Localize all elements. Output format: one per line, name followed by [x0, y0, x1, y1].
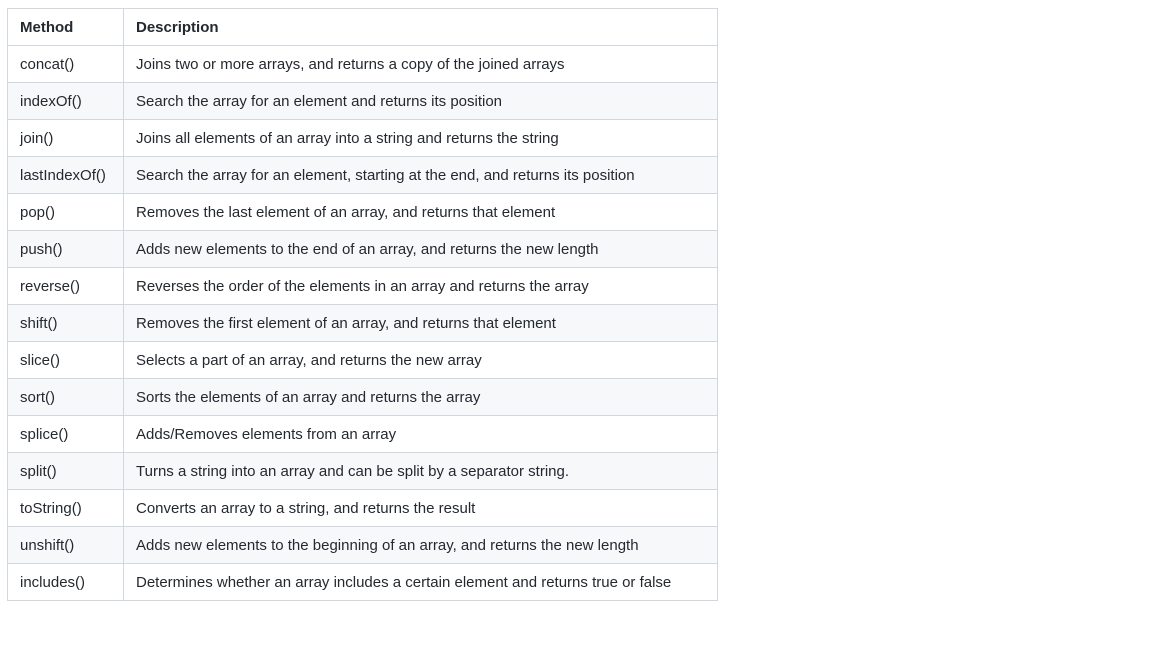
table-row: splice() Adds/Removes elements from an a…	[7, 415, 718, 453]
table-row: toString() Converts an array to a string…	[7, 489, 718, 527]
table-row: sort() Sorts the elements of an array an…	[7, 378, 718, 416]
method-cell: reverse()	[7, 267, 124, 305]
description-cell: Removes the last element of an array, an…	[123, 193, 718, 231]
method-cell: push()	[7, 230, 124, 268]
method-cell: lastIndexOf()	[7, 156, 124, 194]
method-cell: slice()	[7, 341, 124, 379]
header-method: Method	[7, 8, 124, 46]
description-cell: Adds/Removes elements from an array	[123, 415, 718, 453]
description-cell: Removes the first element of an array, a…	[123, 304, 718, 342]
array-methods-table: Method Description concat() Joins two or…	[7, 8, 718, 601]
method-cell: split()	[7, 452, 124, 490]
description-cell: Search the array for an element and retu…	[123, 82, 718, 120]
method-cell: toString()	[7, 489, 124, 527]
method-cell: unshift()	[7, 526, 124, 564]
description-cell: Joins two or more arrays, and returns a …	[123, 45, 718, 83]
table-row: slice() Selects a part of an array, and …	[7, 341, 718, 379]
method-cell: concat()	[7, 45, 124, 83]
table-row: includes() Determines whether an array i…	[7, 563, 718, 601]
description-cell: Joins all elements of an array into a st…	[123, 119, 718, 157]
description-cell: Adds new elements to the end of an array…	[123, 230, 718, 268]
description-cell: Sorts the elements of an array and retur…	[123, 378, 718, 416]
table-row: join() Joins all elements of an array in…	[7, 119, 718, 157]
method-cell: pop()	[7, 193, 124, 231]
table-row: indexOf() Search the array for an elemen…	[7, 82, 718, 120]
description-cell: Converts an array to a string, and retur…	[123, 489, 718, 527]
description-cell: Selects a part of an array, and returns …	[123, 341, 718, 379]
table-row: lastIndexOf() Search the array for an el…	[7, 156, 718, 194]
table-row: concat() Joins two or more arrays, and r…	[7, 45, 718, 83]
header-description: Description	[123, 8, 718, 46]
description-cell: Turns a string into an array and can be …	[123, 452, 718, 490]
table-row: pop() Removes the last element of an arr…	[7, 193, 718, 231]
table-row: unshift() Adds new elements to the begin…	[7, 526, 718, 564]
table-row: shift() Removes the first element of an …	[7, 304, 718, 342]
method-cell: indexOf()	[7, 82, 124, 120]
method-cell: splice()	[7, 415, 124, 453]
method-cell: sort()	[7, 378, 124, 416]
array-methods-table-container: Method Description concat() Joins two or…	[7, 8, 718, 601]
table-body: concat() Joins two or more arrays, and r…	[7, 45, 718, 601]
description-cell: Search the array for an element, startin…	[123, 156, 718, 194]
method-cell: includes()	[7, 563, 124, 601]
table-row: push() Adds new elements to the end of a…	[7, 230, 718, 268]
description-cell: Reverses the order of the elements in an…	[123, 267, 718, 305]
table-row: split() Turns a string into an array and…	[7, 452, 718, 490]
method-cell: join()	[7, 119, 124, 157]
description-cell: Adds new elements to the beginning of an…	[123, 526, 718, 564]
table-header: Method Description	[7, 8, 718, 46]
header-row: Method Description	[7, 8, 718, 46]
method-cell: shift()	[7, 304, 124, 342]
description-cell: Determines whether an array includes a c…	[123, 563, 718, 601]
table-row: reverse() Reverses the order of the elem…	[7, 267, 718, 305]
